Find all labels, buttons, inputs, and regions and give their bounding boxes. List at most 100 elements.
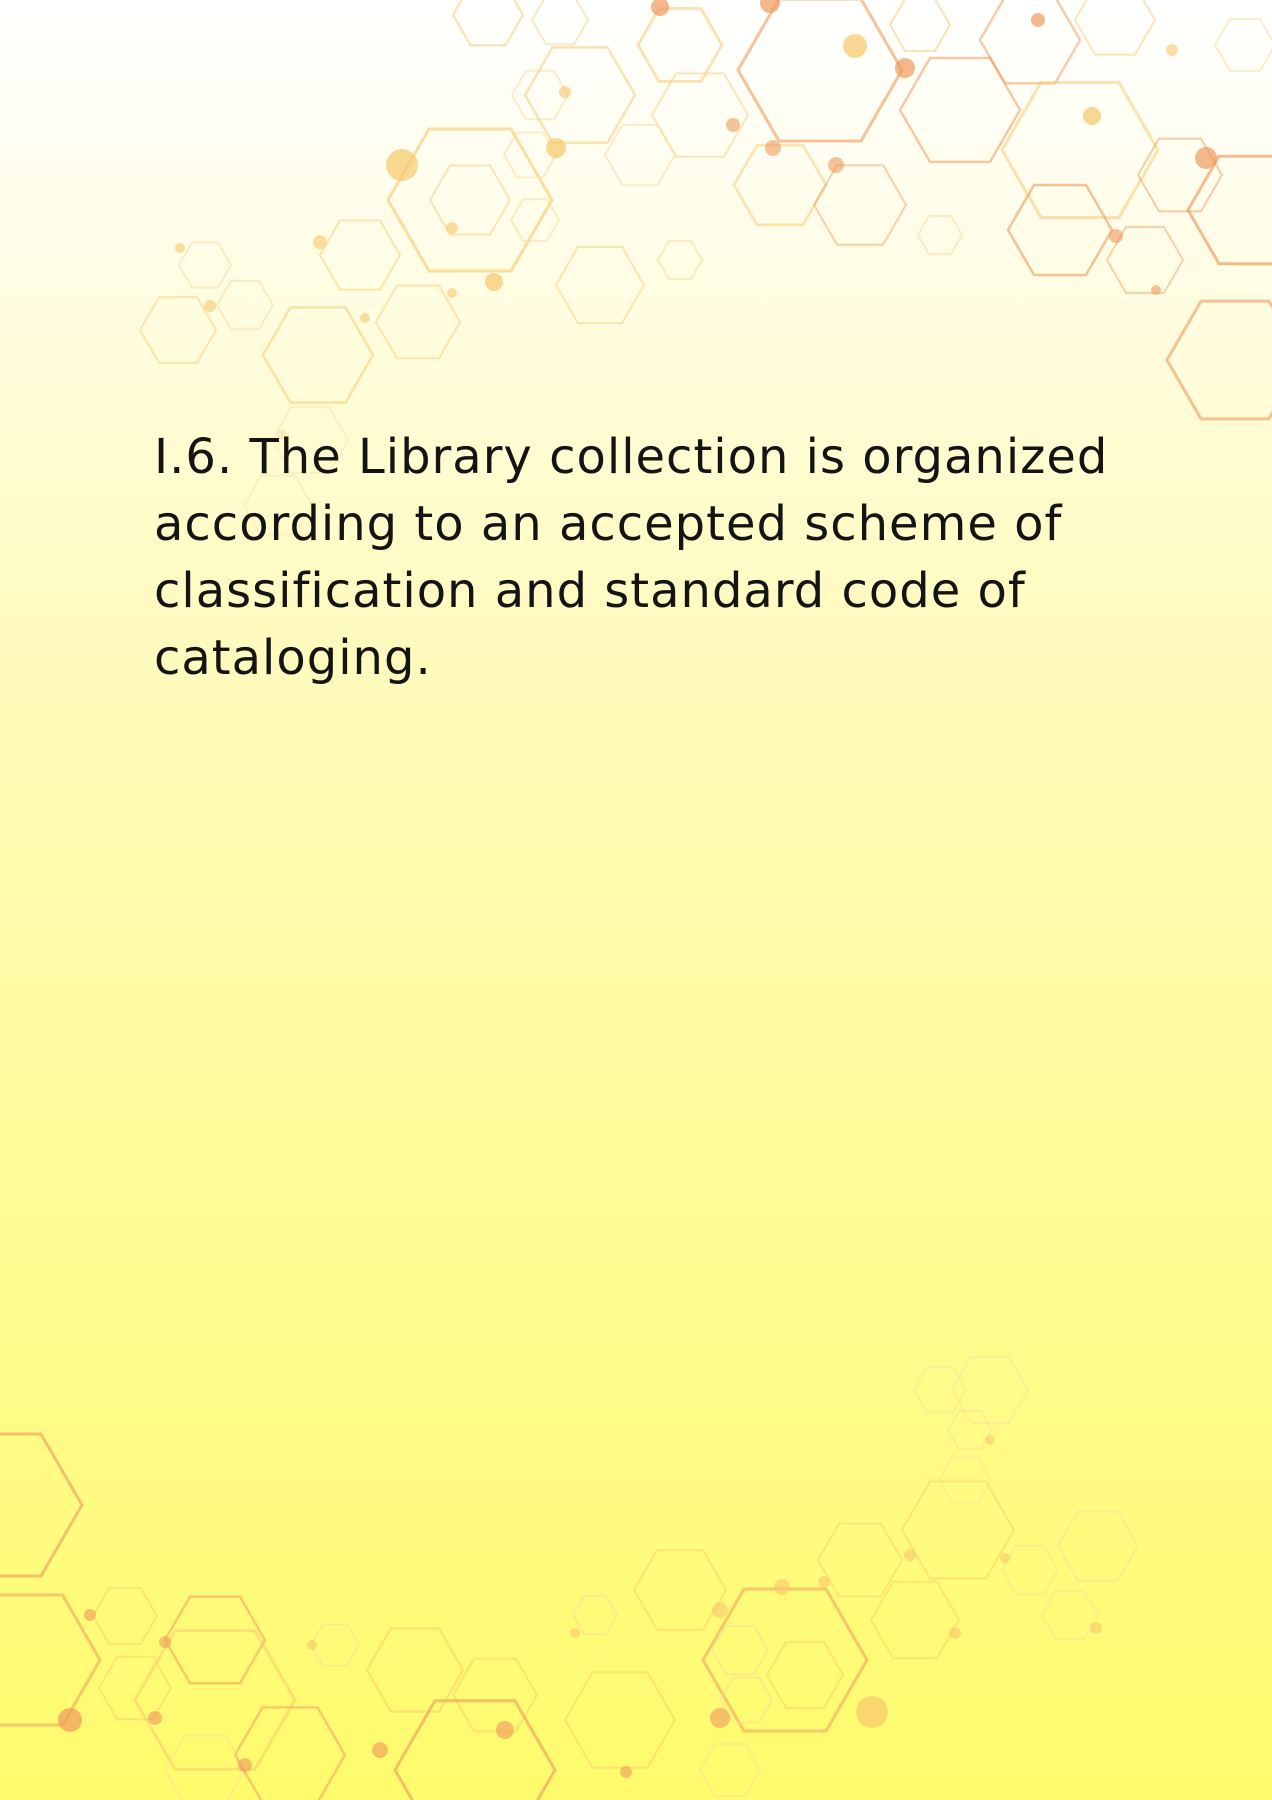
hexagon-shape <box>736 0 904 143</box>
node-dot <box>372 1742 388 1758</box>
node-dot <box>651 0 669 16</box>
node-dot <box>949 1627 961 1639</box>
hexagon-shape <box>912 1366 968 1414</box>
node-dot <box>904 1549 916 1561</box>
hexagon-shape <box>812 164 908 246</box>
hexagon-shape <box>765 1641 845 1709</box>
hexagon-shape <box>900 1480 1016 1580</box>
standard-statement-text: I.6. The Library collection is organized… <box>154 429 1109 686</box>
node-dot <box>1151 285 1161 295</box>
hexagon-shape <box>816 1522 904 1598</box>
node-dot <box>620 1766 632 1778</box>
hexagon-shape <box>318 219 402 291</box>
hexagon-shape <box>1056 1510 1140 1582</box>
node-dot <box>307 1640 317 1650</box>
node-dot <box>446 222 458 234</box>
node-dot <box>175 243 185 253</box>
node-dot <box>447 288 457 298</box>
hexagon-shape <box>163 1734 247 1800</box>
hexagon-shape <box>233 1706 347 1800</box>
node-dot <box>1083 107 1101 125</box>
hexagon-shape <box>732 143 828 227</box>
hexagon-shape <box>261 306 375 404</box>
node-dot <box>895 58 915 78</box>
hexagon-shape <box>502 131 558 179</box>
hexagon-shape <box>215 279 275 331</box>
node-dot <box>710 1708 730 1728</box>
hexagon-shape <box>509 198 561 242</box>
node-dot <box>84 1609 96 1621</box>
node-dot <box>1166 44 1178 56</box>
node-dot <box>485 273 503 291</box>
node-dot <box>386 149 418 181</box>
node-dot <box>1195 147 1217 169</box>
hexagon-shape <box>656 239 704 281</box>
hexagon-shape <box>978 0 1082 85</box>
hexagon-shape <box>393 1699 557 1800</box>
hexagon-shape <box>563 1671 677 1769</box>
node-dot <box>204 300 216 312</box>
node-dot <box>985 1435 995 1445</box>
hexagon-shape <box>898 56 1022 164</box>
hexagon-shape <box>1000 1544 1060 1596</box>
node-dot <box>159 1636 171 1648</box>
node-dot <box>496 1721 514 1739</box>
node-dot <box>1090 1622 1102 1634</box>
hexagon-shape <box>636 7 724 83</box>
node-dot <box>1000 1553 1010 1563</box>
hexagon-shape <box>530 0 590 46</box>
hexagon-shape <box>888 0 952 52</box>
hexagon-shape <box>1000 81 1160 219</box>
hexagon-shape <box>97 1655 173 1721</box>
hexagon-shape <box>133 1629 297 1771</box>
hexagon-shape <box>1040 1589 1100 1641</box>
hexagon-shape <box>950 1356 1030 1424</box>
hexagon-shape <box>523 46 637 144</box>
hexagon-shape <box>650 72 750 158</box>
hexagon-shape <box>869 1580 961 1660</box>
node-dot <box>856 1696 888 1728</box>
node-dot <box>774 1579 790 1595</box>
node-dot <box>570 1628 580 1638</box>
node-dot <box>148 1711 162 1725</box>
hexagon-shape <box>1213 18 1272 72</box>
hexagon-shape <box>428 164 512 236</box>
hexagon-shape <box>451 1657 539 1733</box>
hexagon-shape <box>554 245 646 325</box>
node-dot <box>760 0 780 13</box>
node-dot <box>712 1602 728 1618</box>
node-dot <box>360 313 370 323</box>
hexagon-shape <box>0 1432 84 1578</box>
hexagon-shape <box>309 1623 361 1667</box>
hexagon-shape <box>1006 183 1114 277</box>
hexagon-shape <box>937 1456 993 1504</box>
node-dot <box>843 34 867 58</box>
node-dot <box>546 138 566 158</box>
hexagon-shape <box>603 123 677 187</box>
hexagon-shape <box>91 1587 159 1645</box>
hexagon-shape <box>698 1743 762 1797</box>
hexagon-shape <box>365 1627 465 1713</box>
node-dot <box>818 1576 830 1588</box>
hexagon-shape <box>163 1595 267 1685</box>
bottom-hexagon-cluster <box>0 1356 1140 1800</box>
node-dot <box>238 1758 252 1772</box>
hexagon-shape <box>1165 299 1272 421</box>
hexagon-shape <box>510 69 570 121</box>
hexagon-shape <box>1186 154 1272 266</box>
node-dot <box>58 1708 82 1732</box>
hexagon-shape <box>1073 0 1157 56</box>
hexagon-pattern-decoration <box>0 0 1272 1800</box>
node-dot <box>1031 13 1045 27</box>
hexagon-shape <box>632 1549 728 1631</box>
hexagon-shape <box>946 1409 994 1451</box>
hexagon-shape <box>710 1624 770 1676</box>
node-dot <box>726 118 740 132</box>
node-dot <box>559 86 571 98</box>
document-page: I.6. The Library collection is organized… <box>0 0 1272 1800</box>
hexagon-shape <box>451 0 525 47</box>
hexagon-shape <box>571 1594 619 1636</box>
node-dot <box>313 235 327 249</box>
hexagon-shape <box>916 214 964 256</box>
node-dot <box>828 157 844 173</box>
